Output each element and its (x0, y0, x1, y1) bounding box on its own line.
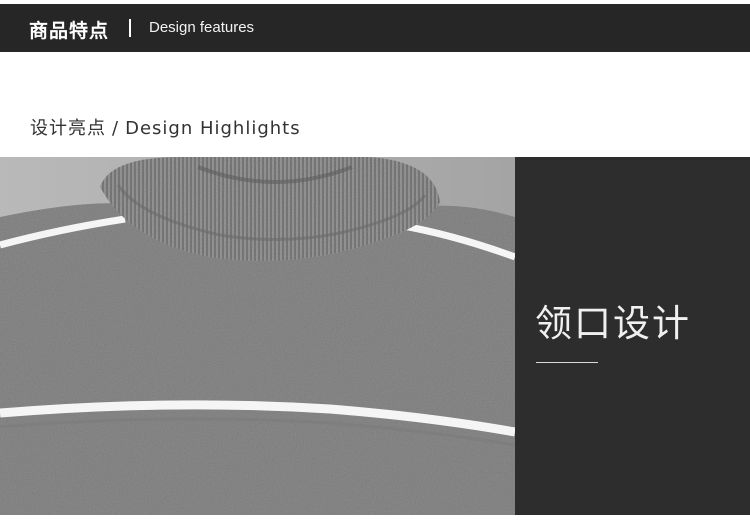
section-heading: 设计亮点 / Design Highlights (30, 114, 301, 140)
feature-title: 领口设计 (535, 302, 691, 345)
product-photo-collar (0, 157, 515, 515)
section-separator: / (112, 118, 120, 139)
sweater-collar-illustration (0, 157, 515, 515)
header-divider (129, 19, 131, 37)
section-title-cn: 设计亮点 (30, 118, 106, 139)
header-title-cn: 商品特点 (29, 20, 110, 42)
header-title-en: Design features (149, 19, 255, 36)
section-title-en: Design Highlights (125, 118, 301, 139)
feature-underline (536, 362, 598, 363)
header-bar: 商品特点 Design features (0, 4, 750, 52)
feature-panel: 领口设计 (515, 157, 750, 515)
